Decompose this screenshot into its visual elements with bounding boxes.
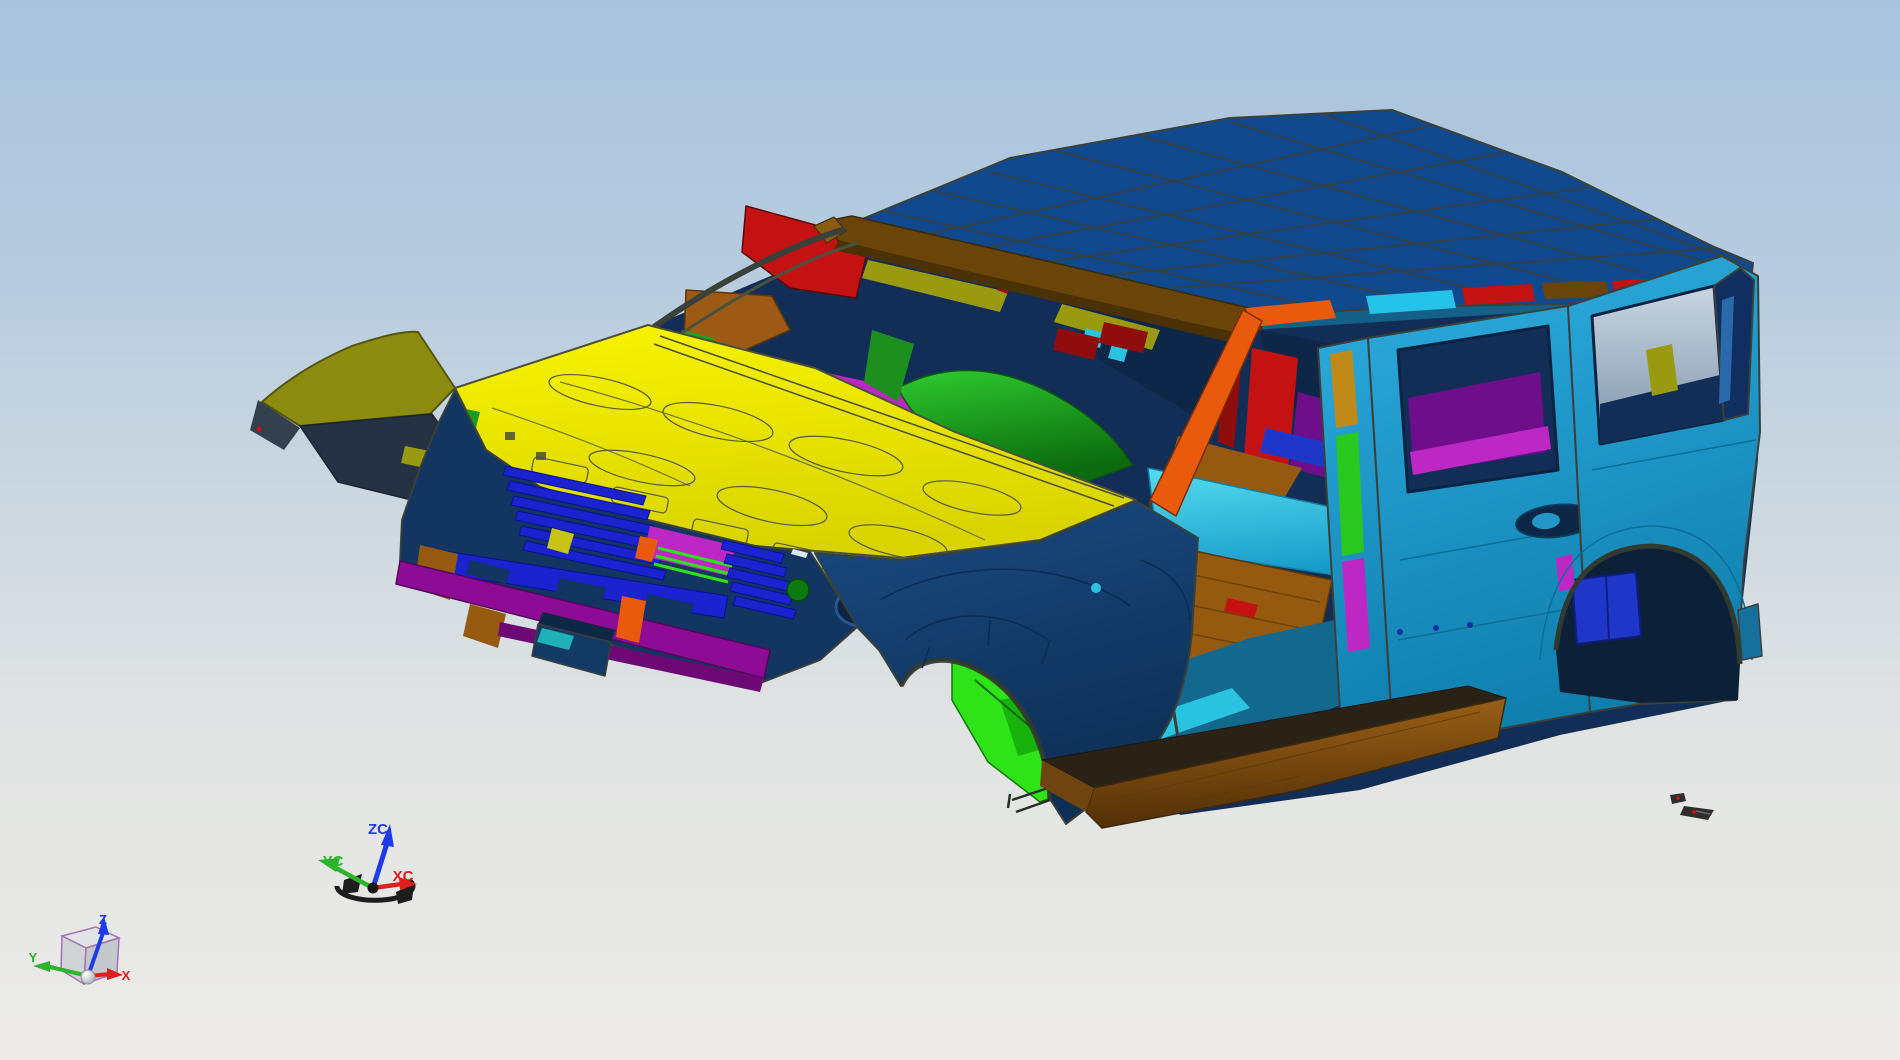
wcs-triad[interactable]: ZC YC XC	[318, 821, 417, 904]
wcs-z-axis[interactable]	[370, 839, 391, 889]
wcs-label-yc: YC	[323, 853, 344, 870]
datum-label-x: X	[122, 968, 131, 983]
rear-lower-tab	[1737, 603, 1763, 661]
datum-label-y: Y	[29, 950, 38, 965]
datum-label-z: Z	[99, 912, 107, 927]
datum-origin-sphere[interactable]	[80, 969, 96, 985]
wcs-origin[interactable]	[367, 882, 379, 894]
olive-fender-strip[interactable]	[261, 330, 456, 427]
fender-cyan-dot	[1091, 583, 1101, 593]
car-body-model[interactable]	[250, 109, 1763, 829]
wcs-label-xc: XC	[393, 868, 414, 885]
datum-csys[interactable]: Z Y X	[29, 912, 131, 986]
wcs-label-zc: ZC	[368, 821, 388, 838]
loose-part-long-red-dot	[1692, 810, 1696, 814]
debris-parts[interactable]	[1670, 793, 1714, 820]
loose-part-small-red-dot	[1676, 796, 1680, 800]
model-canvas[interactable]: ZC YC XC Z Y X	[0, 0, 1900, 1060]
left-tip-red-dot	[256, 426, 262, 432]
cad-viewport[interactable]: ZC YC XC Z Y X	[0, 0, 1900, 1060]
fascia-green-disc	[786, 578, 810, 602]
